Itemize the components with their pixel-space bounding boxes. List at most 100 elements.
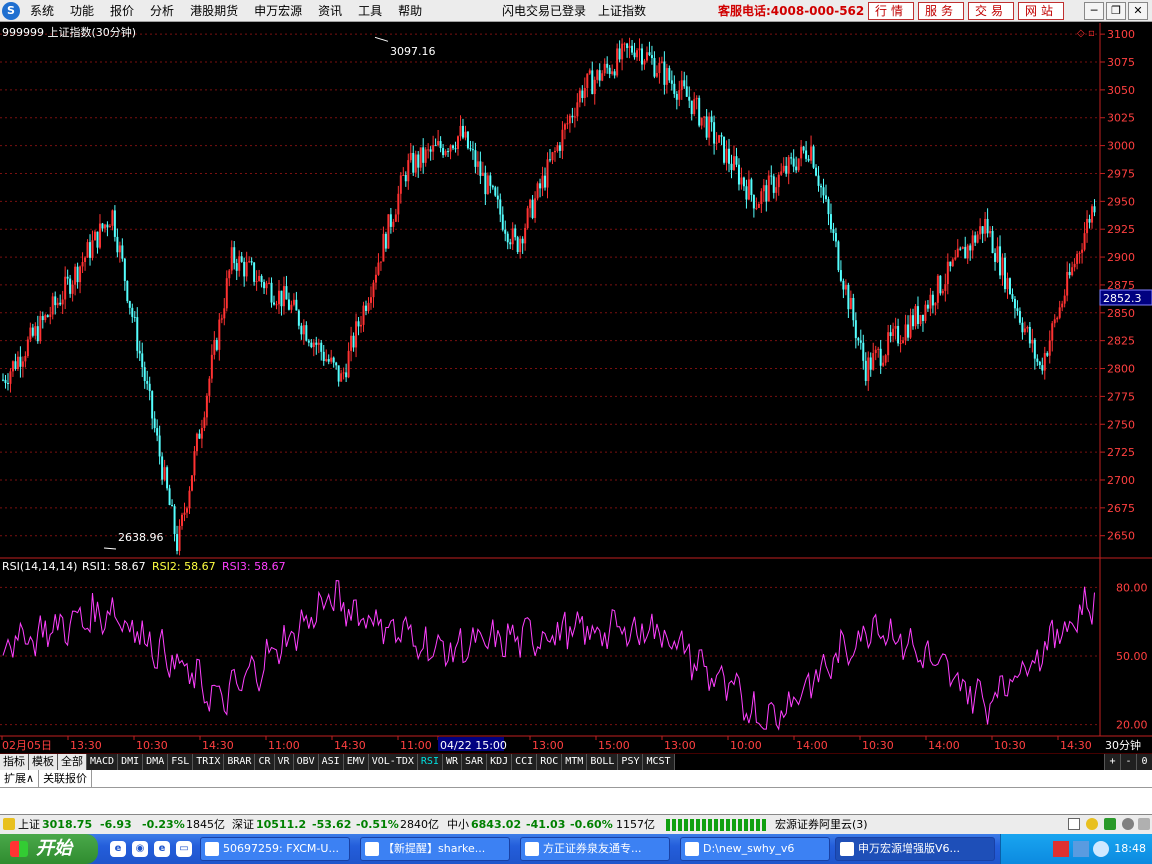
tab-asi[interactable]: ASI: [318, 754, 344, 770]
candle-body: [598, 70, 601, 81]
chart-canvas[interactable]: 2650267527002725275027752800282528502875…: [0, 23, 1152, 753]
menu-item-0[interactable]: 系统: [22, 0, 62, 22]
candle-body: [1016, 308, 1019, 312]
candle-body: [621, 43, 624, 60]
candle-body: [173, 506, 176, 535]
tab-macd[interactable]: MACD: [87, 754, 119, 770]
candle-body: [553, 150, 556, 153]
candle-body: [161, 456, 164, 480]
tab-dmi[interactable]: DMI: [118, 754, 144, 770]
start-button[interactable]: 开始: [0, 834, 98, 864]
app-logo-icon[interactable]: S: [2, 2, 20, 20]
menu-item-1[interactable]: 功能: [62, 0, 102, 22]
candle-body: [723, 136, 726, 163]
task-button-2[interactable]: 方正证券泉友通专...: [520, 837, 670, 861]
menu-item-2[interactable]: 报价: [102, 0, 142, 22]
menu-item-7[interactable]: 工具: [350, 0, 390, 22]
tab-emv[interactable]: EMV: [343, 754, 369, 770]
task-button-0[interactable]: 50697259: FXCM-U...: [200, 837, 350, 861]
tab-brar[interactable]: BRAR: [224, 754, 256, 770]
tab-dma[interactable]: DMA: [143, 754, 169, 770]
tab-obv[interactable]: OBV: [293, 754, 319, 770]
menu-item-3[interactable]: 分析: [142, 0, 182, 22]
tab-wr[interactable]: WR: [442, 754, 463, 770]
candle-body: [989, 230, 992, 234]
tab-trix[interactable]: TRIX: [193, 754, 225, 770]
minimize-icon[interactable]: ─: [1084, 2, 1104, 20]
tab-cr[interactable]: CR: [255, 754, 275, 770]
candle-body: [51, 296, 54, 315]
top-button-0[interactable]: 行情: [868, 2, 915, 20]
network-icon[interactable]: [1053, 841, 1069, 857]
menu-item-8[interactable]: 帮助: [390, 0, 430, 22]
candle-body: [1068, 271, 1071, 276]
volume-icon[interactable]: [1073, 841, 1089, 857]
candle-body: [787, 157, 790, 174]
top-button-3[interactable]: 网站: [1018, 2, 1065, 20]
candle-body: [258, 275, 261, 282]
candle-body: [427, 149, 430, 151]
desktop-icon[interactable]: ▭: [176, 841, 192, 857]
window-icon[interactable]: ▫: [1088, 28, 1095, 39]
tab-control-2[interactable]: 0: [1136, 754, 1152, 770]
browser-icon[interactable]: e: [154, 841, 170, 857]
task-button-1[interactable]: 【新提醒】sharke...: [360, 837, 510, 861]
tab-fsl[interactable]: FSL: [168, 754, 194, 770]
candle-body: [282, 286, 285, 307]
tab-control-1[interactable]: -: [1120, 754, 1136, 770]
candle-body: [89, 242, 92, 258]
candle-body: [685, 86, 688, 97]
top-button-1[interactable]: 服务: [918, 2, 965, 20]
tab-模板[interactable]: 模板: [29, 754, 58, 770]
candle-body: [1073, 263, 1076, 268]
tab-指标[interactable]: 指标: [0, 754, 29, 770]
period-label[interactable]: 30分钟: [1105, 738, 1141, 752]
layout-icon[interactable]: [1068, 818, 1080, 830]
menu-item-4[interactable]: 港股期货: [182, 0, 246, 22]
candle-body: [678, 90, 681, 100]
lock-icon[interactable]: [3, 818, 15, 830]
task-button-4[interactable]: 申万宏源增强版V6...: [835, 837, 995, 861]
candle-body: [61, 299, 64, 305]
candle-body: [223, 308, 226, 319]
candle-body: [394, 214, 397, 222]
tab-mtm[interactable]: MTM: [562, 754, 588, 770]
tab-boll[interactable]: BOLL: [587, 754, 619, 770]
tab-mcst[interactable]: MCST: [643, 754, 675, 770]
diamond-icon[interactable]: ◇: [1077, 28, 1085, 39]
wifi-icon[interactable]: [1104, 818, 1116, 830]
task-button-3[interactable]: D:\new_swhy_v6: [680, 837, 830, 861]
tab-rsi[interactable]: RSI: [417, 754, 443, 770]
candle-body: [340, 373, 343, 382]
chrome-icon[interactable]: ◉: [132, 841, 148, 857]
tab-vr[interactable]: VR: [274, 754, 294, 770]
menu-item-5[interactable]: 申万宏源: [246, 0, 310, 22]
tab-sar[interactable]: SAR: [462, 754, 488, 770]
tab-全部[interactable]: 全部: [58, 754, 87, 770]
candle-body: [422, 147, 425, 163]
tab-cci[interactable]: CCI: [512, 754, 538, 770]
candle-body: [715, 142, 718, 144]
tab-control-0[interactable]: +: [1104, 754, 1120, 770]
chart-area[interactable]: 2650 2675 2700 2725 2750 2775 2800 2825 2850 2875…: [0, 23, 1152, 753]
candle-body: [762, 185, 765, 192]
close-icon[interactable]: ✕: [1128, 2, 1148, 20]
shield-icon[interactable]: [1093, 841, 1109, 857]
candle-body: [238, 256, 241, 271]
ext-tab-1[interactable]: 关联报价: [39, 770, 93, 787]
tab-psy[interactable]: PSY: [618, 754, 644, 770]
menu-item-6[interactable]: 资讯: [310, 0, 350, 22]
tab-vol-tdx[interactable]: VOL-TDX: [368, 754, 418, 770]
ext-tab-0[interactable]: 扩展∧: [0, 770, 40, 787]
gear-icon[interactable]: [1122, 818, 1134, 830]
bulb-icon[interactable]: [1086, 818, 1098, 830]
tab-kdj[interactable]: KDJ: [487, 754, 513, 770]
restore-icon[interactable]: ❐: [1106, 2, 1126, 20]
ie-icon[interactable]: e: [110, 841, 126, 857]
menu-bar: S 系统 功能 报价 分析 港股期货 申万宏源 资讯 工具 帮助 闪电交易已登录 上证指数 客服…: [0, 0, 1152, 22]
top-button-2[interactable]: 交易: [968, 2, 1015, 20]
tab-roc[interactable]: ROC: [537, 754, 563, 770]
lock-closed-icon[interactable]: [1138, 818, 1150, 830]
candle-body: [708, 116, 711, 138]
price-tick-label: 2950: [1107, 195, 1135, 208]
